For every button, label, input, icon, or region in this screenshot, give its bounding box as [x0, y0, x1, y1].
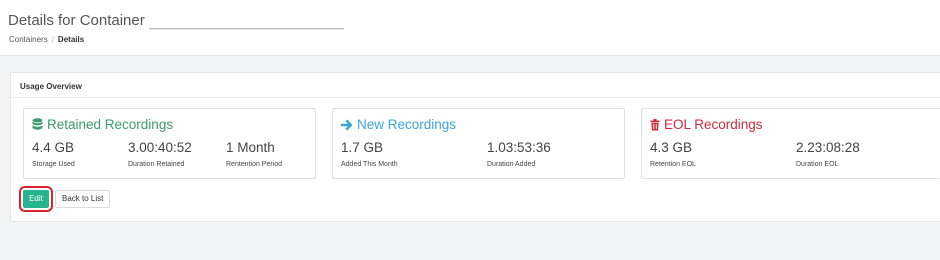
back-to-list-button[interactable]: Back to List: [55, 190, 111, 208]
card-title-text: Retained Recordings: [47, 117, 174, 132]
stat-label: Storage Used: [32, 161, 75, 168]
container-name-field: [148, 12, 344, 29]
stat-label: Added This Month: [341, 161, 398, 168]
stat-duration-eol: 2.23:08:28 Duration EOL: [796, 140, 860, 168]
panel-header: Usage Overview: [11, 73, 940, 98]
page-header: Details for Container Containers / Detai…: [0, 0, 940, 56]
stat-value: 4.4 GB: [32, 140, 75, 155]
database-icon: [32, 118, 43, 131]
eol-recordings-card: EOL Recordings 4.3 GB Retention EOL 2.23…: [641, 108, 940, 179]
panel-title: Usage Overview: [20, 82, 82, 91]
stat-label: Duration EOL: [796, 161, 839, 168]
card-title-text: EOL Recordings: [664, 117, 763, 132]
new-recordings-card: New Recordings 1.7 GB Added This Month 1…: [332, 108, 625, 179]
arrow-right-icon: [341, 119, 353, 131]
stat-label: Duration Added: [487, 161, 536, 168]
stat-duration-retained: 3.00:40:52 Duration Retained: [128, 140, 192, 168]
stat-label: Duration Retained: [128, 161, 185, 168]
page-title: Details for Container: [8, 12, 145, 29]
stat-value: 1.03:53:36: [487, 140, 551, 155]
card-title: Retained Recordings: [32, 117, 173, 132]
stat-storage-used: 4.4 GB Storage Used: [32, 140, 75, 168]
card-title: EOL Recordings: [650, 117, 763, 132]
breadcrumb: Containers / Details: [9, 35, 84, 44]
stat-label: Retention EOL: [650, 161, 696, 168]
usage-overview-panel: Usage Overview Retained Recordings 4.4 G…: [10, 72, 940, 222]
breadcrumb-current: Details: [57, 35, 85, 44]
stat-added-this-month: 1.7 GB Added This Month: [341, 140, 398, 168]
card-title-text: New Recordings: [357, 117, 457, 132]
breadcrumb-containers-link[interactable]: Containers: [9, 35, 48, 44]
card-title: New Recordings: [341, 117, 456, 132]
stat-retention-eol: 4.3 GB Retention EOL: [650, 140, 696, 168]
trash-icon: [650, 118, 660, 131]
stat-value: 3.00:40:52: [128, 140, 192, 155]
stat-value: 2.23:08:28: [796, 140, 860, 155]
edit-button[interactable]: Edit: [19, 186, 53, 212]
stat-label: Rentention Period: [226, 161, 283, 168]
retained-recordings-card: Retained Recordings 4.4 GB Storage Used …: [23, 108, 316, 179]
breadcrumb-separator: /: [51, 35, 54, 44]
stat-retention-period: 1 Month Rentention Period: [226, 140, 282, 168]
page-title-row: Details for Container: [8, 12, 344, 29]
stat-value: 1 Month: [226, 140, 275, 155]
stat-duration-added: 1.03:53:36 Duration Added: [487, 140, 551, 168]
stat-value: 1.7 GB: [341, 140, 384, 155]
stat-value: 4.3 GB: [650, 140, 693, 155]
